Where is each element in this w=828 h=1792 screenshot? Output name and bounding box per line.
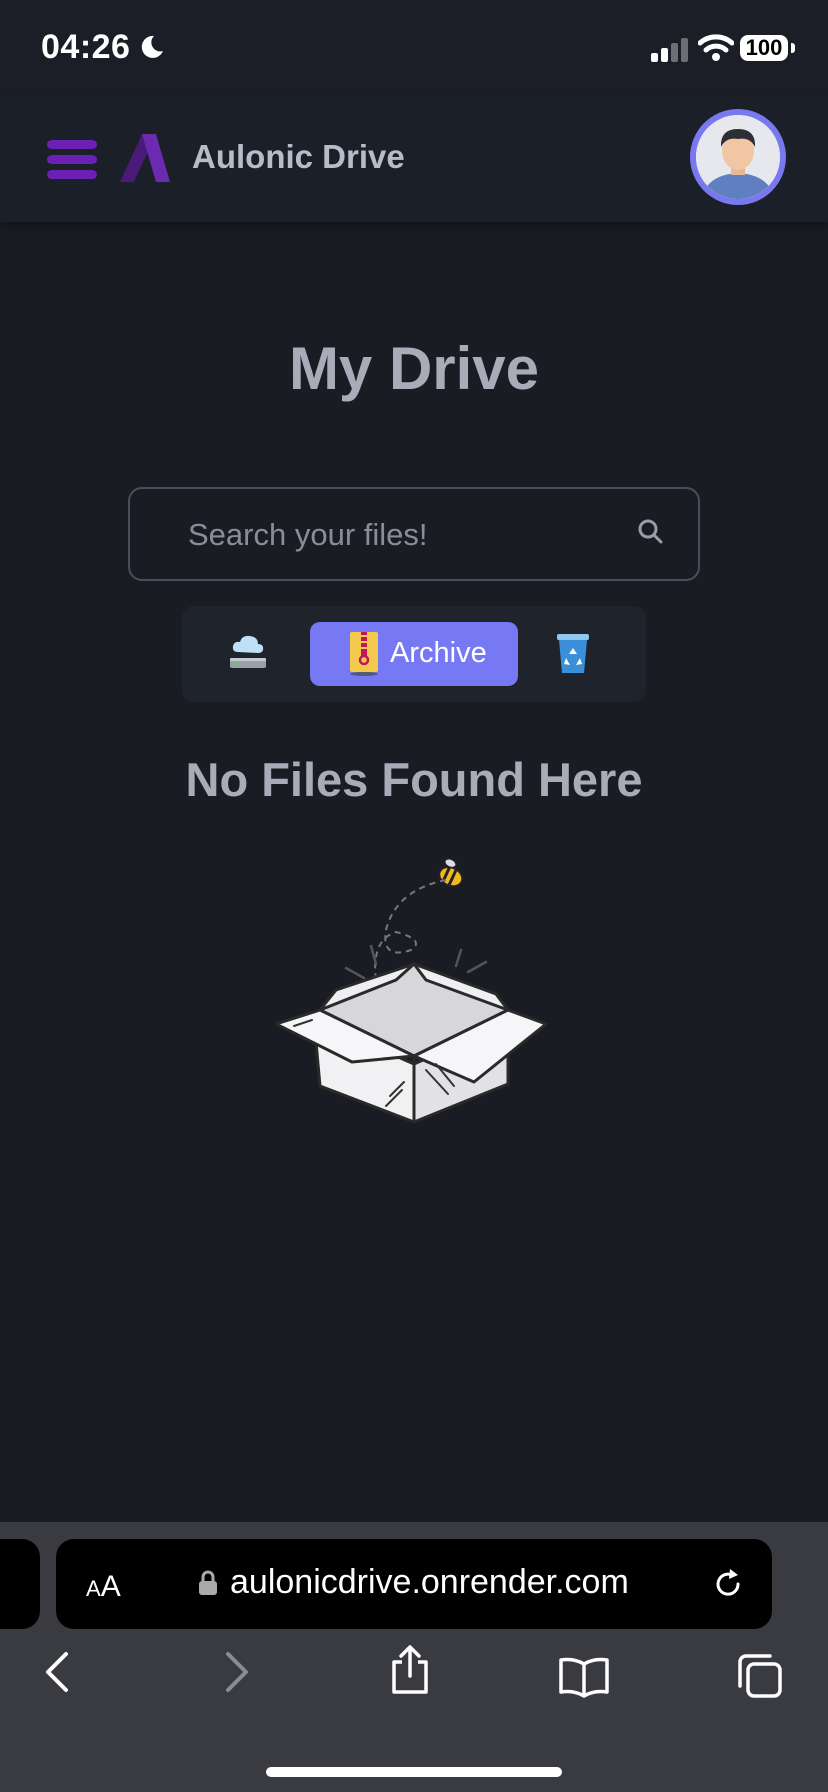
empty-box-illustration: [276, 858, 548, 1124]
menu-icon-bar: [47, 170, 97, 179]
tab-archive[interactable]: Archive: [310, 622, 518, 686]
search-box: [128, 487, 700, 581]
forward-icon[interactable]: [222, 1650, 252, 1694]
battery-indicator: 100: [740, 35, 788, 61]
home-indicator: [266, 1767, 562, 1777]
previous-tab-preview[interactable]: [0, 1539, 40, 1629]
back-icon[interactable]: [42, 1650, 72, 1694]
user-avatar-icon: [696, 115, 780, 199]
cloud-drive-icon: [230, 635, 266, 668]
menu-icon-bar: [47, 155, 97, 164]
menu-button[interactable]: [47, 140, 97, 180]
moon-icon: [141, 35, 163, 58]
brand-name: Aulonic Drive: [192, 138, 405, 175]
tabs-icon[interactable]: [736, 1652, 784, 1700]
page-title: My Drive: [288, 335, 540, 402]
reload-icon[interactable]: [710, 1566, 746, 1602]
bookmarks-icon[interactable]: [558, 1656, 610, 1698]
url-text[interactable]: aulonicdrive.onrender.com: [230, 1563, 629, 1602]
text-size-button[interactable]: AA: [86, 1570, 121, 1604]
menu-icon: [47, 140, 97, 149]
zip-archive-icon: [350, 632, 378, 676]
aulonic-logo-icon: [120, 134, 170, 182]
status-time: 04:26: [41, 28, 131, 66]
search-icon[interactable]: [636, 517, 666, 547]
lock-icon: [199, 1570, 217, 1595]
battery-tip: [791, 43, 795, 53]
search-input[interactable]: [186, 511, 630, 559]
tab-drive[interactable]: [228, 632, 268, 677]
wifi-icon: [698, 34, 734, 61]
avatar[interactable]: [690, 109, 786, 205]
drive-view-tabs: Archive: [182, 606, 646, 702]
empty-state-message: No Files Found Here: [185, 753, 643, 806]
recycle-bin-icon: [557, 634, 589, 673]
share-icon[interactable]: [388, 1644, 432, 1696]
tab-trash[interactable]: [556, 632, 590, 679]
tab-archive-label: Archive: [390, 637, 487, 669]
cellular-signal-icon: [651, 38, 688, 62]
avatar-image: [696, 115, 780, 199]
